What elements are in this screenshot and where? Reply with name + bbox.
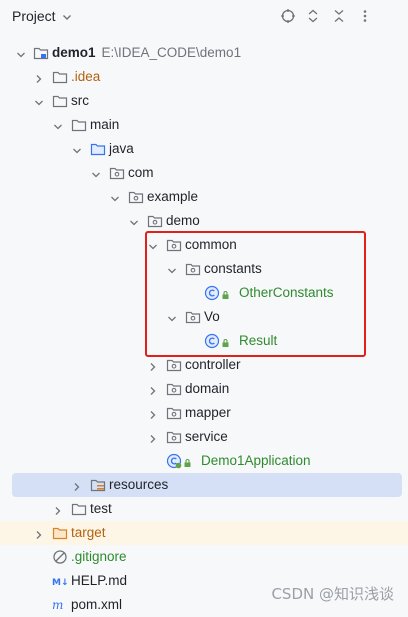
tree-item-idea[interactable]: .idea [0,65,408,89]
tree-label: main [90,117,120,132]
tree-label: resources [109,477,169,492]
excluded-folder-icon [52,525,68,541]
collapse-all-icon[interactable] [330,7,348,25]
tree-item-java[interactable]: java [0,137,408,161]
project-title[interactable]: Project [12,8,56,24]
chevron-right-icon[interactable] [34,72,44,83]
chevron-down-icon[interactable] [62,10,72,25]
crosshair-icon[interactable] [279,7,297,25]
tree-label: controller [185,357,241,372]
chevron-down-icon[interactable] [34,96,44,106]
chevron-down-icon[interactable] [129,216,139,226]
module-path: E:\IDEA_CODE\demo1 [101,45,242,60]
package-icon [166,429,182,445]
svg-text:M↓: M↓ [52,578,68,588]
chevron-right-icon[interactable] [53,504,63,515]
package-icon [166,405,182,421]
tree-item-gitignore[interactable]: .gitignore [0,545,408,569]
tree-item-demo1[interactable]: demo1 E:\IDEA_CODE\demo1 [0,41,408,65]
folder-icon [71,117,87,133]
chevron-right-icon[interactable] [148,408,158,419]
tree-item-demo1-application[interactable]: Demo1Application [0,449,408,473]
chevron-right-icon[interactable] [148,360,158,371]
tree-label: target [71,525,106,540]
tree-label: test [90,501,112,516]
chevron-right-icon[interactable] [72,480,82,491]
tree-item-mapper[interactable]: mapper [0,401,408,425]
tree-item-test[interactable]: test [0,497,408,521]
tree-label: service [185,429,228,444]
module-folder-icon [33,45,49,61]
spring-boot-class-icon [166,453,182,469]
package-icon [166,381,182,397]
ignore-file-icon [52,549,68,565]
chevron-down-icon[interactable] [72,144,82,154]
tree-item-service[interactable]: service [0,425,408,449]
folder-icon [52,69,68,85]
tree-label: HELP.md [71,573,128,588]
package-icon [109,165,125,181]
chevron-right-icon[interactable] [34,528,44,539]
tree-item-com[interactable]: com [0,161,408,185]
package-icon [147,213,163,229]
folder-icon [52,93,68,109]
resources-folder-icon [90,477,106,493]
more-icon[interactable] [356,7,374,25]
tree-label: mapper [185,405,231,420]
expand-collapse-icon[interactable] [304,7,322,25]
tree-label: java [109,141,134,156]
chevron-down-icon[interactable] [16,48,26,58]
chevron-down-icon[interactable] [53,120,63,130]
tree-item-main[interactable]: main [0,113,408,137]
tree-item-src[interactable]: src [0,89,408,113]
folder-icon [71,501,87,517]
package-icon [128,189,144,205]
watermark: CSDN @知识浅谈 [271,585,394,603]
tree-item-target[interactable]: target [0,521,408,545]
tree-item-domain[interactable]: domain [0,377,408,401]
tree-label: demo1 E:\IDEA_CODE\demo1 [52,45,242,60]
tree-label: Demo1Application [201,453,311,468]
chevron-down-icon[interactable] [91,168,101,178]
tree-label: com [128,165,154,180]
lock-icon [183,456,193,467]
package-icon [166,357,182,373]
source-folder-icon [90,141,106,157]
highlight-box [145,231,366,357]
tree-label: src [71,93,89,108]
tree-item-example[interactable]: example [0,185,408,209]
tree-label: domain [185,381,230,396]
svg-text:m: m [52,598,63,612]
chevron-right-icon[interactable] [148,384,158,395]
chevron-right-icon[interactable] [148,432,158,443]
tree-item-demo[interactable]: demo [0,209,408,233]
markdown-icon: M↓ [52,573,69,589]
tree-label: example [147,189,199,204]
tree-label: .idea [71,69,101,84]
chevron-down-icon[interactable] [110,192,120,202]
tree-label: demo [166,213,200,228]
project-header: Project [0,0,408,34]
tree-label: .gitignore [71,549,127,564]
tree-item-resources[interactable]: resources [12,473,402,497]
